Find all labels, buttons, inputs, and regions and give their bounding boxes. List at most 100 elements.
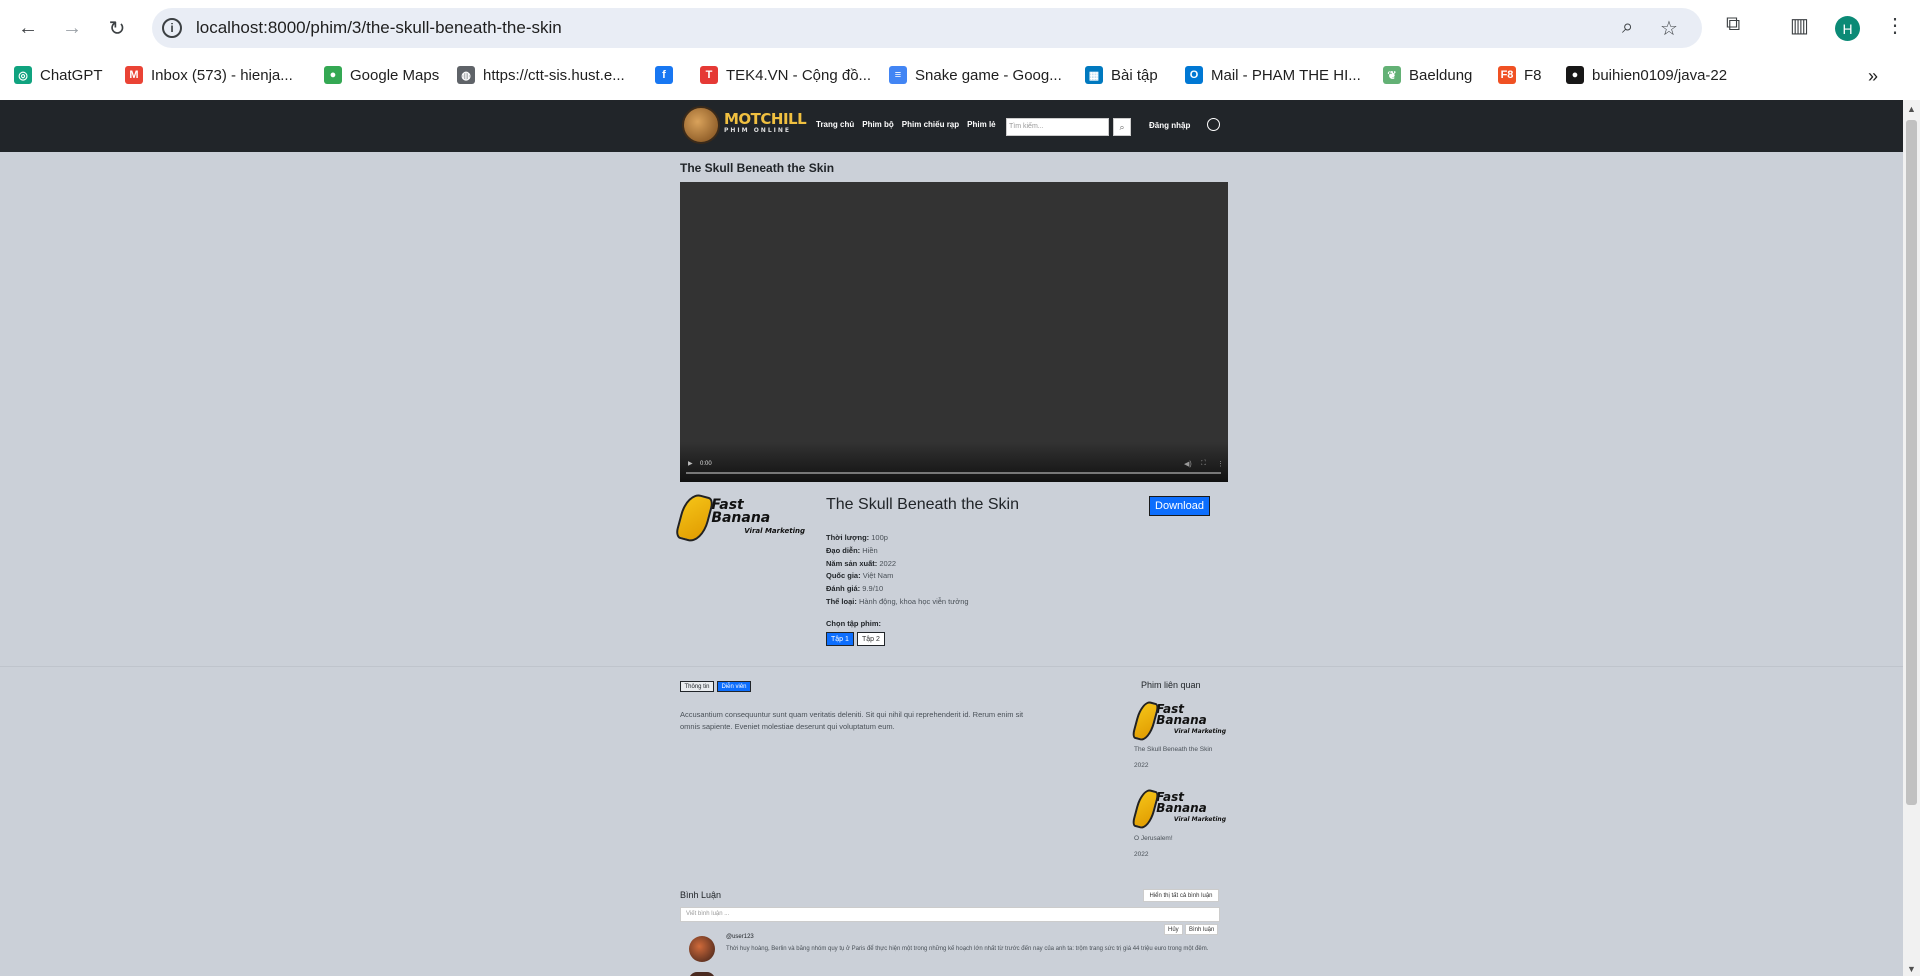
download-button[interactable]: Download bbox=[1149, 496, 1210, 516]
forward-arrow-icon[interactable]: → bbox=[57, 13, 87, 43]
bookmark-label: Google Maps bbox=[350, 66, 440, 84]
related-poster-1[interactable]: Fast Banana Viral Marketing bbox=[1131, 698, 1226, 743]
video-progress-track[interactable] bbox=[686, 472, 1221, 474]
bookmark-item[interactable]: f bbox=[655, 66, 673, 84]
page-title: The Skull Beneath the Skin bbox=[680, 161, 835, 175]
bookmark-item[interactable]: ● Google Maps bbox=[324, 66, 439, 84]
info-row: Năm sản xuất: 2022 bbox=[826, 558, 969, 571]
address-bar[interactable]: i localhost:8000/phim/3/the-skull-beneat… bbox=[152, 8, 1702, 48]
bookmark-item[interactable]: ◍ https://ctt-sis.hust.e... bbox=[457, 66, 625, 84]
info-label: Đạo diễn: bbox=[826, 545, 861, 555]
extensions-icon[interactable]: ⧉ bbox=[1726, 13, 1740, 36]
f8-icon: F8 bbox=[1498, 66, 1516, 84]
login-link[interactable]: Đăng nhập bbox=[1149, 121, 1190, 130]
avatar bbox=[689, 972, 715, 976]
movie-description: Accusantium consequuntur sunt quam verit… bbox=[680, 710, 1024, 731]
episode-1-button[interactable]: Tập 1 bbox=[826, 632, 854, 646]
tab-cast[interactable]: Diễn viên bbox=[717, 681, 751, 692]
related-year-1: 2022 bbox=[1134, 762, 1149, 769]
bookmark-label: Inbox (573) - hienja... bbox=[151, 66, 293, 84]
search-icon: ⌕ bbox=[1119, 121, 1125, 132]
main-menu: Trang chủ Phim bộ Phim chiếu rạp Phim lẻ bbox=[816, 120, 996, 129]
search-button[interactable]: ⌕ bbox=[1113, 118, 1131, 136]
movie-title: The Skull Beneath the Skin bbox=[826, 496, 1020, 513]
facebook-icon: f bbox=[655, 66, 673, 84]
site-header: MOTCHILL PHIM ONLINE Trang chủ Phim bộ P… bbox=[0, 100, 1903, 152]
bookmark-item[interactable]: ❦ Baeldung bbox=[1383, 66, 1472, 84]
poster-title: Fast Banana bbox=[1156, 790, 1207, 815]
info-row: Thời lượng: 100p bbox=[826, 532, 969, 545]
info-label: Đánh giá: bbox=[826, 584, 861, 594]
avatar bbox=[689, 936, 715, 962]
menu-item-home[interactable]: Trang chủ bbox=[816, 120, 854, 129]
video-menu-icon[interactable]: ⋮ bbox=[1217, 460, 1224, 468]
bookmark-label: https://ctt-sis.hust.e... bbox=[483, 66, 625, 84]
bookmark-item[interactable]: ● buihien0109/java-22 bbox=[1566, 66, 1727, 84]
play-icon[interactable]: ▶ bbox=[688, 460, 693, 467]
menu-item-movies[interactable]: Phim lẻ bbox=[967, 120, 995, 129]
logo-mascot-icon bbox=[682, 106, 720, 144]
episode-2-button[interactable]: Tập 2 bbox=[857, 632, 885, 646]
related-name-2[interactable]: O Jerusalem! bbox=[1134, 835, 1173, 842]
zoom-icon[interactable]: ⌕ bbox=[1622, 16, 1633, 39]
page-viewport: MOTCHILL PHIM ONLINE Trang chủ Phim bộ P… bbox=[0, 100, 1920, 976]
section-divider bbox=[0, 666, 1903, 667]
menu-item-cinema[interactable]: Phim chiếu rạp bbox=[902, 120, 959, 129]
info-value: 100p bbox=[871, 533, 888, 542]
bookmark-item[interactable]: ≡ Snake game - Goog... bbox=[889, 66, 1062, 84]
bookmark-item[interactable]: ◎ ChatGPT bbox=[14, 66, 103, 84]
video-player[interactable]: ▶ 0:00 ◀) ⛶ ⋮ bbox=[680, 182, 1228, 482]
related-poster-2[interactable]: Fast Banana Viral Marketing bbox=[1131, 786, 1226, 831]
address-url[interactable]: localhost:8000/phim/3/the-skull-beneath-… bbox=[196, 18, 562, 38]
profile-avatar[interactable]: H bbox=[1835, 16, 1860, 41]
submit-comment-button[interactable]: Bình luận bbox=[1185, 924, 1219, 935]
scrollbar-thumb[interactable] bbox=[1906, 120, 1917, 805]
info-label: Thời lượng: bbox=[826, 533, 870, 542]
bookmark-label: Bài tập bbox=[1111, 66, 1158, 84]
bookmark-item[interactable]: T TEK4.VN - Cộng đồ... bbox=[700, 66, 871, 84]
page-scrollbar[interactable]: ▲ ▼ bbox=[1903, 100, 1920, 976]
tek4-icon: T bbox=[700, 66, 718, 84]
browser-toolbar: ← → ↻ i localhost:8000/phim/3/the-skull-… bbox=[0, 0, 1920, 56]
video-time: 0:00 bbox=[700, 461, 712, 467]
show-all-comments-button[interactable]: Hiển thị tất cả bình luận bbox=[1143, 889, 1219, 902]
movie-poster: Fast Banana Viral Marketing bbox=[674, 491, 805, 545]
info-value: Hành động, khoa học viễn tưởng bbox=[858, 596, 969, 606]
bookmark-label: F8 bbox=[1524, 66, 1542, 84]
back-arrow-icon[interactable]: ← bbox=[13, 13, 43, 43]
info-label: Thể loại: bbox=[826, 596, 857, 606]
scroll-down-icon[interactable]: ▼ bbox=[1907, 964, 1916, 974]
bookmark-item[interactable]: F8 F8 bbox=[1498, 66, 1542, 84]
bookmark-item[interactable]: O Mail - PHAM THE HI... bbox=[1185, 66, 1361, 84]
github-icon: ● bbox=[1566, 66, 1584, 84]
bookmark-star-icon[interactable]: ☆ bbox=[1660, 16, 1678, 41]
cancel-comment-button[interactable]: Hủy bbox=[1164, 924, 1183, 935]
info-row: Đánh giá: 9.9/10 bbox=[826, 583, 969, 596]
info-label: Quốc gia: bbox=[826, 571, 861, 581]
poster-subtitle: Viral Marketing bbox=[1173, 728, 1226, 735]
info-row: Thể loại: Hành động, khoa học viễn tưởng bbox=[826, 596, 969, 609]
site-info-icon[interactable]: i bbox=[162, 18, 182, 38]
site-logo[interactable]: MOTCHILL PHIM ONLINE bbox=[682, 106, 807, 144]
user-icon[interactable] bbox=[1207, 118, 1220, 131]
bookmark-item[interactable]: M Inbox (573) - hienja... bbox=[125, 66, 293, 84]
fullscreen-icon[interactable]: ⛶ bbox=[1201, 460, 1206, 468]
video-controls: ▶ 0:00 ◀) ⛶ ⋮ bbox=[680, 442, 1228, 482]
reload-icon[interactable]: ↻ bbox=[102, 13, 132, 43]
comment-input[interactable]: Viết bình luận ... bbox=[680, 907, 1220, 922]
bookmark-label: buihien0109/java-22 bbox=[1592, 66, 1728, 84]
side-panel-icon[interactable]: ▥ bbox=[1790, 13, 1809, 38]
scroll-up-icon[interactable]: ▲ bbox=[1907, 104, 1916, 114]
related-name-1[interactable]: The Skull Beneath the Skin bbox=[1134, 746, 1212, 753]
maps-pin-icon: ● bbox=[324, 66, 342, 84]
bookmark-item[interactable]: ▦ Bài tập bbox=[1085, 66, 1158, 84]
info-value: 9.9/10 bbox=[862, 584, 884, 594]
search-input[interactable]: Tìm kiếm... bbox=[1006, 118, 1109, 136]
info-row: Quốc gia: Việt Nam bbox=[826, 570, 969, 583]
comment-text: Thời huy hoàng, Berlin và băng nhóm quy … bbox=[726, 946, 1209, 952]
more-bookmarks-icon[interactable]: » bbox=[1868, 66, 1878, 87]
menu-item-series[interactable]: Phim bộ bbox=[862, 120, 894, 129]
volume-icon[interactable]: ◀) bbox=[1184, 460, 1192, 468]
tab-info[interactable]: Thông tin bbox=[680, 681, 714, 692]
menu-kebab-icon[interactable]: ⋮ bbox=[1885, 13, 1905, 38]
